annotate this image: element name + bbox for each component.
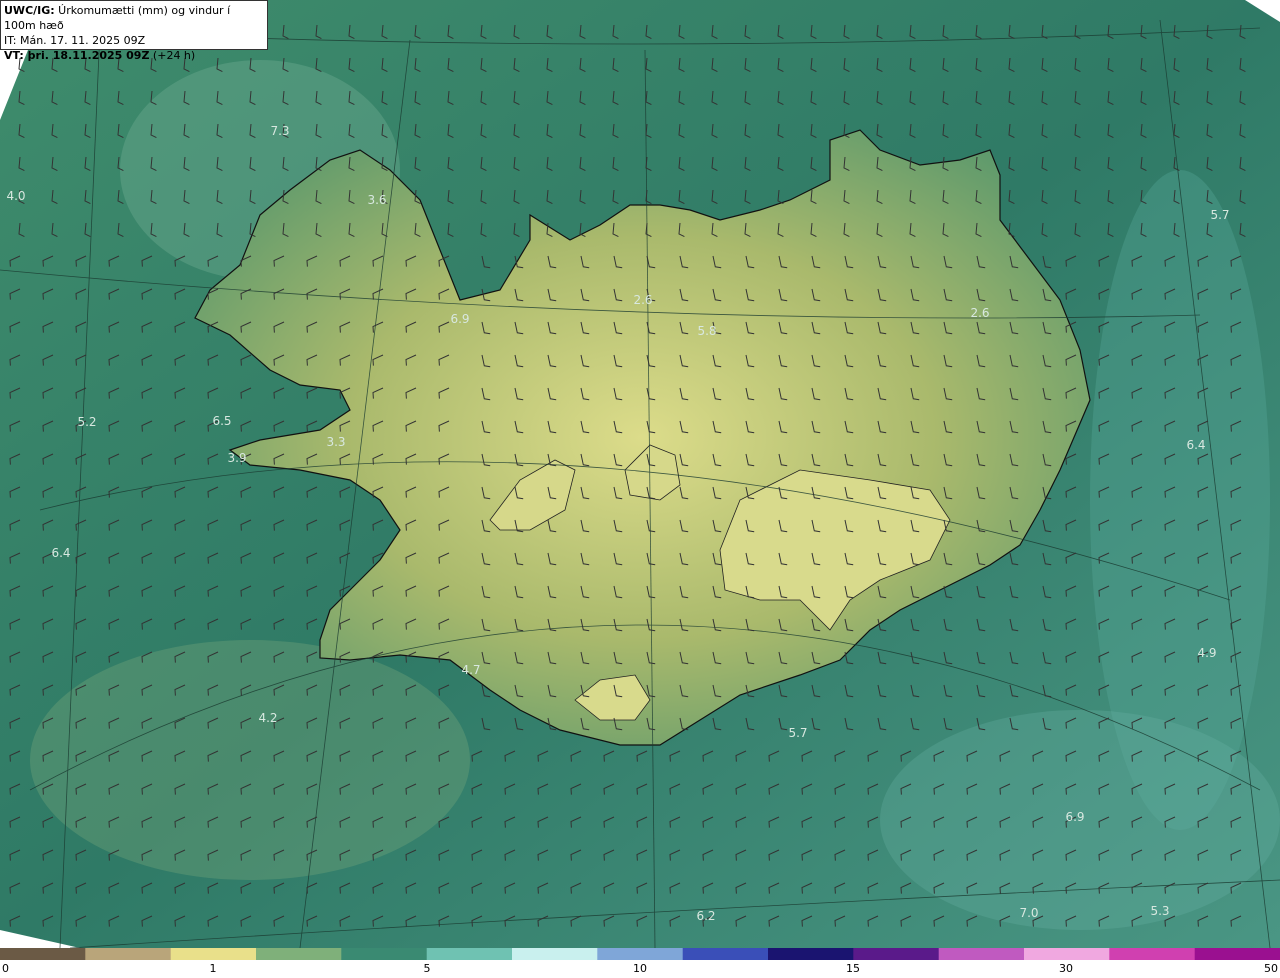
precip-plume-southwest — [30, 640, 470, 880]
station-value-label: 4.9 — [1197, 646, 1216, 660]
colorbar-cell — [938, 948, 1025, 960]
colorbar-cell — [768, 948, 854, 960]
station-value-label: 3.3 — [326, 435, 345, 449]
station-value-label: 4.0 — [6, 189, 25, 203]
colorbar-cell — [1024, 948, 1110, 960]
map-title-box: UWC/IG: Úrkomumætti (mm) og vindur í 100… — [0, 0, 268, 62]
station-value-label: 2.6 — [633, 293, 652, 307]
station-value-label: 7.3 — [270, 124, 289, 138]
issue-time: IT: Mán. 17. 11. 2025 09Z — [4, 34, 146, 47]
station-value-label: 3.9 — [227, 451, 246, 465]
precipitation-wind-map: 7.3 3.6 4.0 6.9 2.6 5.8 2.6 5.7 5.2 6.5 3.3 3.9 6.4 6… — [0, 0, 1280, 948]
colorbar-cell — [512, 948, 598, 960]
colorbar-cell — [597, 948, 684, 960]
colorbar-cell — [0, 948, 86, 960]
colorbar-cell — [1194, 948, 1280, 960]
colorbar-tick: 15 — [846, 962, 860, 975]
station-value-label: 3.6 — [367, 193, 386, 207]
colorbar-cell — [170, 948, 257, 960]
station-value-label: 4.7 — [461, 663, 480, 677]
precipitation-colorbar — [0, 948, 1280, 960]
station-value-label: 6.4 — [1186, 438, 1205, 452]
colorbar-tick: 1 — [209, 962, 217, 975]
station-value-label: 5.7 — [1210, 208, 1229, 222]
station-value-label: 4.2 — [258, 711, 277, 725]
colorbar-cell — [426, 948, 513, 960]
station-value-label: 6.5 — [212, 414, 231, 428]
colorbar-cell — [853, 948, 940, 960]
colorbar-cell — [85, 948, 172, 960]
colorbar-tick-labels: 0 1 5 10 15 30 50 — [0, 962, 1280, 978]
station-value-label: 2.6 — [970, 306, 989, 320]
station-value-label: 6.9 — [450, 312, 469, 326]
colorbar-cell — [341, 948, 428, 960]
station-value-label: 5.2 — [77, 415, 96, 429]
colorbar-tick: 10 — [633, 962, 647, 975]
station-value-label: 6.4 — [51, 546, 70, 560]
product-label: UWC/IG: — [4, 4, 55, 17]
station-value-label: 6.2 — [696, 909, 715, 923]
station-value-label: 7.0 — [1019, 906, 1038, 920]
colorbar-tick: 5 — [423, 962, 431, 975]
colorbar-tick: 50 — [1264, 962, 1278, 975]
colorbar-tick: 30 — [1059, 962, 1073, 975]
valid-time: VT: þri. 18.11.2025 09Z — [4, 49, 150, 62]
station-value-label: 5.3 — [1150, 904, 1169, 918]
colorbar-cell — [1109, 948, 1196, 960]
colorbar-tick: 0 — [2, 962, 9, 975]
station-value-label: 5.8 — [697, 324, 716, 338]
station-value-label: 6.9 — [1065, 810, 1084, 824]
station-value-label: 5.7 — [788, 726, 807, 740]
colorbar-cell — [682, 948, 769, 960]
forecast-lead: (+24 h) — [149, 49, 196, 62]
colorbar-cell — [256, 948, 342, 960]
